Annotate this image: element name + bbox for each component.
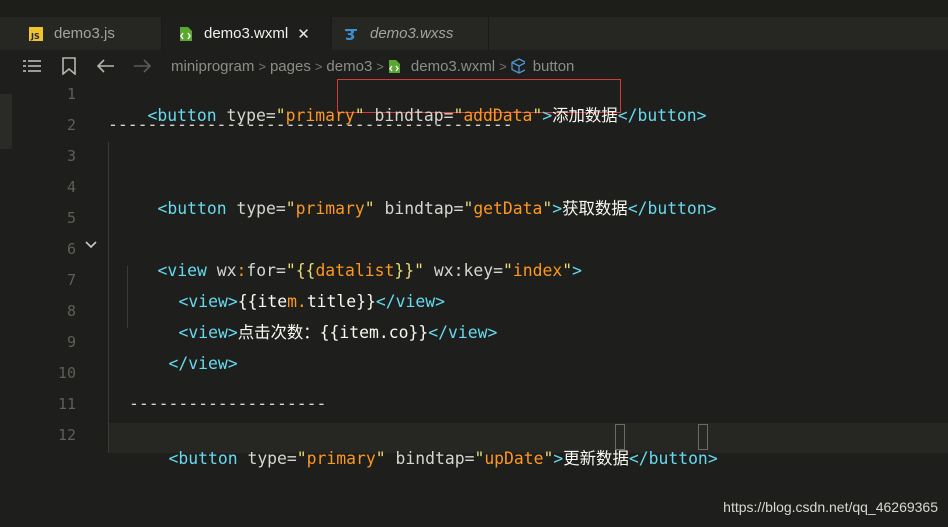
breadcrumb-item[interactable]: demo3.wxml: [411, 58, 495, 75]
back-arrow-icon[interactable]: [97, 57, 115, 75]
css-file-icon: 3: [344, 26, 360, 42]
tab-demo3-js[interactable]: JS demo3.js: [0, 17, 162, 50]
breadcrumb-item[interactable]: pages: [270, 58, 311, 75]
svg-text:JS: JS: [30, 32, 40, 41]
code-line-9: </view>: [168, 354, 238, 373]
breadcrumb: miniprogram > pages > demo3 > demo3.wxml…: [171, 56, 574, 76]
chevron-right-icon: >: [314, 58, 323, 74]
line-number: 6: [66, 240, 76, 258]
indent-guide: [108, 142, 109, 453]
line-number: 10: [57, 364, 76, 382]
code-line-7: <view>{{item.title}}</view>: [178, 292, 445, 311]
forward-arrow-icon[interactable]: [133, 57, 151, 75]
code-line-1: <button type="primary" bindtap="addData"…: [147, 106, 707, 125]
line-number: 9: [66, 333, 76, 351]
close-icon[interactable]: ✕: [297, 25, 310, 43]
line-number: 1: [66, 85, 76, 103]
line-number: 3: [66, 147, 76, 165]
chevron-right-icon: >: [258, 58, 266, 74]
line-number: 12: [57, 426, 76, 444]
breadcrumb-item[interactable]: button: [533, 58, 575, 75]
breadcrumb-item[interactable]: miniprogram: [171, 58, 254, 75]
bracket-match-marker: [615, 424, 625, 450]
code-line-6: <view wx:for="{{datalist}}" wx:key="inde…: [157, 261, 582, 280]
code-line-12: <button type="primary" bindtap="upDate">…: [168, 449, 718, 468]
tab-label: demo3.js: [54, 25, 115, 42]
line-number: 7: [66, 271, 76, 289]
sidebar-edge: [0, 94, 12, 149]
chevron-down-icon[interactable]: [84, 237, 98, 251]
code-line-11: --------------------: [129, 394, 327, 413]
wxml-file-icon: [178, 26, 194, 42]
tab-bar: JS demo3.js demo3.wxml ✕ 3 demo3.wxss: [0, 17, 948, 50]
js-file-icon: JS: [28, 26, 44, 42]
code-line-2: ----------------------------------------…: [108, 115, 513, 134]
line-number: 4: [66, 178, 76, 196]
bracket-match-marker: [698, 424, 708, 450]
wxml-file-icon: [388, 58, 402, 74]
editor-toolbar: miniprogram > pages > demo3 > demo3.wxml…: [0, 50, 948, 80]
tab-demo3-wxss[interactable]: 3 demo3.wxss: [332, 17, 489, 50]
breadcrumb-item[interactable]: demo3: [326, 58, 372, 75]
tab-label: demo3.wxml: [204, 25, 289, 42]
bookmark-icon[interactable]: [60, 57, 78, 75]
line-number: 8: [66, 302, 76, 320]
code-editor[interactable]: 1 2 3 4 5 6 7 8 9 10 11 12 <button type=…: [0, 79, 948, 527]
chevron-right-icon: >: [499, 58, 507, 74]
tab-label: demo3.wxss: [370, 25, 454, 42]
code-line-4: <button type="primary" bindtap="getData"…: [157, 199, 717, 218]
line-number: 5: [66, 209, 76, 227]
watermark-text: https://blog.csdn.net/qq_46269365: [723, 499, 938, 515]
chevron-right-icon: >: [376, 58, 384, 74]
window-top-strip: [0, 0, 948, 17]
list-icon[interactable]: [23, 57, 41, 75]
line-number: 2: [66, 116, 76, 134]
code-line-8: <view>点击次数：{{item.co}}</view>: [178, 323, 498, 342]
cube-icon: [511, 58, 525, 74]
line-number: 11: [57, 395, 76, 413]
tab-demo3-wxml[interactable]: demo3.wxml ✕: [162, 17, 332, 50]
